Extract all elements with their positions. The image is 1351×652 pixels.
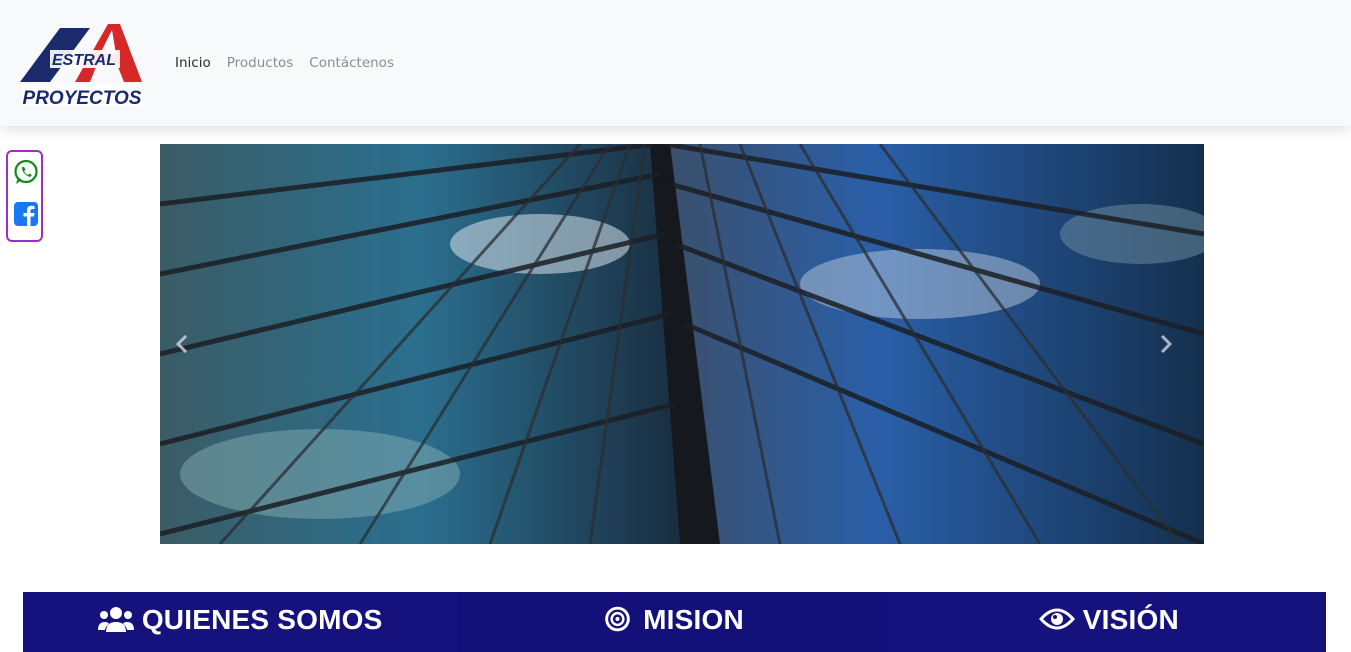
navbar: ESTRAL PROYECTOS Inicio Productos Contác…: [0, 0, 1351, 126]
main-nav: Inicio Productos Contáctenos: [175, 55, 394, 71]
nav-item-productos[interactable]: Productos: [227, 55, 294, 71]
social-links: [6, 150, 43, 242]
hero-carousel: [160, 144, 1204, 544]
facebook-icon[interactable]: [13, 201, 39, 227]
nav-item-contactenos[interactable]: Contáctenos: [309, 55, 394, 71]
target-icon: [605, 606, 630, 632]
section-title: MISION: [643, 604, 744, 635]
chevron-left-icon: [175, 334, 188, 354]
section-mision: MISION: [457, 592, 892, 652]
logo-bottom-text: PROYECTOS: [23, 88, 142, 108]
whatsapp-icon[interactable]: [13, 159, 39, 185]
eye-icon: [1038, 608, 1075, 630]
section-title: VISIÓN: [1082, 604, 1179, 635]
info-sections: QUIENES SOMOS MISION VISIÓN: [23, 592, 1326, 652]
nav-item-inicio[interactable]: Inicio: [175, 55, 211, 71]
carousel-next-button[interactable]: [1146, 324, 1186, 364]
chevron-right-icon: [1160, 334, 1173, 354]
users-icon: [97, 607, 134, 632]
section-vision: VISIÓN: [892, 592, 1326, 652]
carousel-image: [160, 144, 1204, 544]
logo-top-text: ESTRAL: [52, 52, 116, 69]
section-quienes-somos: QUIENES SOMOS: [23, 592, 457, 652]
carousel-prev-button[interactable]: [162, 324, 202, 364]
section-title: QUIENES SOMOS: [141, 604, 383, 635]
brand-logo[interactable]: ESTRAL PROYECTOS: [20, 22, 146, 109]
